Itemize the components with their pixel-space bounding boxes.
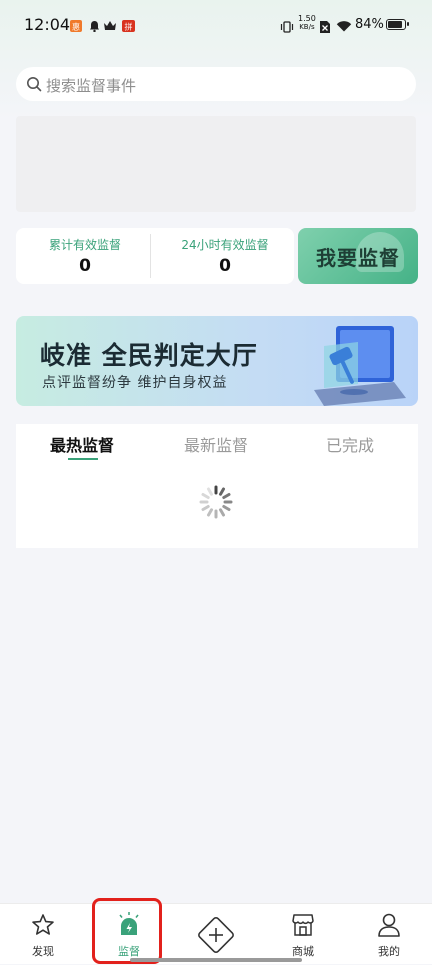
cumulative-label: 累计有效监督 <box>48 238 121 252</box>
no-sim-icon <box>320 18 330 37</box>
gavel-laptop-illustration <box>294 320 414 406</box>
status-time: 12:04 <box>24 15 71 34</box>
nav-discover[interactable]: 发现 <box>13 904 73 965</box>
stats-card: 累计有效监督 0 24小时有效监督 0 <box>16 228 294 284</box>
supervise-button[interactable]: 我要监督 <box>298 228 418 284</box>
cumulative-value: 0 <box>79 256 91 276</box>
nav-store[interactable]: 商城 <box>273 904 333 965</box>
cumulative-stat: 累计有效监督 0 <box>16 228 154 284</box>
promo-subtitle: 点评监督纷争 维护自身权益 <box>42 375 228 391</box>
nav-profile[interactable]: 我的 <box>359 904 419 965</box>
nav-discover-label: 发现 <box>32 945 54 958</box>
battery-icon <box>386 19 409 30</box>
app-badge-icon: 拼 <box>122 17 135 36</box>
plus-diamond-icon <box>198 917 234 953</box>
supervise-tab-highlight <box>92 898 162 964</box>
home-indicator[interactable] <box>130 958 302 962</box>
svg-text:拼: 拼 <box>125 22 133 32</box>
supervise-button-label: 我要监督 <box>316 246 400 270</box>
supervision-list-card: 最热监督 最新监督 已完成 <box>16 424 418 548</box>
network-speed: 1.50 KB/s <box>298 14 316 32</box>
app-notification-icon: 惠 <box>70 17 82 36</box>
tab-hottest[interactable]: 最热监督 <box>50 432 114 456</box>
svg-text:惠: 惠 <box>72 22 80 32</box>
nav-store-label: 商城 <box>292 945 314 958</box>
stats-divider <box>150 234 151 278</box>
bell-icon <box>89 17 100 36</box>
network-speed-value: 1.50 <box>298 14 316 23</box>
search-bar[interactable]: 搜索监督事件 <box>16 67 416 101</box>
bottom-navigation: 发现 监督 商城 我的 <box>0 903 432 964</box>
active-tab-indicator <box>68 458 98 460</box>
judgment-hall-banner[interactable]: 岐准 全民判定大厅 点评监督纷争 维护自身权益 <box>16 316 418 406</box>
network-speed-unit: KB/s <box>299 23 315 31</box>
nav-profile-label: 我的 <box>378 945 400 958</box>
star-icon <box>32 914 54 935</box>
loading-spinner-icon <box>198 484 234 524</box>
daily-value: 0 <box>219 256 231 276</box>
crown-icon <box>103 17 117 36</box>
battery-percent: 84% <box>355 17 384 32</box>
search-placeholder: 搜索监督事件 <box>46 77 137 95</box>
banner-area <box>16 116 416 212</box>
search-icon <box>26 76 42 96</box>
nav-create[interactable] <box>186 904 246 965</box>
wifi-icon <box>336 17 352 36</box>
daily-label: 24小时有效监督 <box>181 238 269 252</box>
vibrate-icon <box>280 18 294 37</box>
promo-title: 岐准 全民判定大厅 <box>40 341 258 370</box>
tab-completed[interactable]: 已完成 <box>326 432 374 456</box>
daily-stat: 24小时有效监督 0 <box>156 228 294 284</box>
user-icon <box>378 913 400 937</box>
tab-latest[interactable]: 最新监督 <box>184 432 248 456</box>
status-bar: 12:04 惠 拼 1.50 KB/s 84% <box>0 0 432 50</box>
store-icon <box>292 914 314 936</box>
